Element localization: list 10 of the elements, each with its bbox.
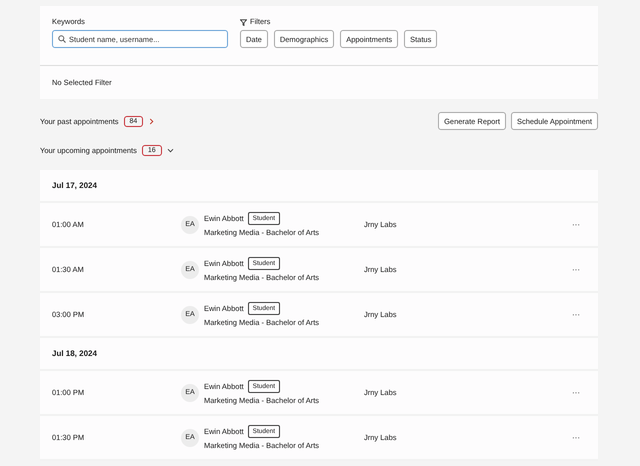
chevron-down-icon[interactable] xyxy=(166,147,174,154)
date-heading: Jul 17, 2024 xyxy=(52,181,97,190)
more-button[interactable]: ··· xyxy=(566,388,586,397)
more-button[interactable]: ··· xyxy=(566,265,586,274)
more-button[interactable]: ··· xyxy=(566,220,586,229)
chevron-right-icon[interactable] xyxy=(148,118,156,124)
more-button[interactable]: ··· xyxy=(566,310,586,319)
more-button[interactable]: ··· xyxy=(566,433,586,442)
date-heading: Jul 18, 2024 xyxy=(52,349,97,358)
filter-icon xyxy=(240,18,247,26)
